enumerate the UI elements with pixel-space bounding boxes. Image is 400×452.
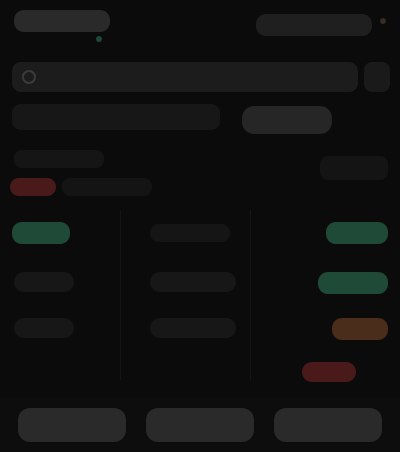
bottom-tab-bar: [0, 398, 400, 452]
row-right-badge: [318, 272, 388, 294]
row-left: [14, 272, 74, 292]
row-middle: [150, 318, 236, 338]
row-middle: [150, 272, 236, 292]
app-title: [14, 10, 110, 32]
row-right-badge: [332, 318, 388, 340]
table-row[interactable]: [0, 266, 400, 302]
toolbar-action-button[interactable]: [242, 106, 332, 134]
tab-2[interactable]: [146, 408, 254, 442]
section-title: [14, 150, 104, 168]
tab-3[interactable]: [274, 408, 382, 442]
status-dot: [96, 36, 102, 42]
tab-1[interactable]: [18, 408, 126, 442]
search-icon: [22, 70, 36, 84]
row-left: [14, 318, 74, 338]
secondary-field[interactable]: [12, 104, 220, 130]
header-indicator-icon: [380, 18, 386, 24]
section-right-value: [320, 156, 388, 180]
app-window: [0, 0, 400, 452]
search-input[interactable]: [12, 62, 358, 92]
table-row[interactable]: [0, 218, 400, 254]
row-right-badge: [326, 222, 388, 244]
alert-badge: [10, 178, 56, 196]
row-status-badge: [302, 362, 356, 382]
row-middle: [150, 224, 230, 242]
table-row[interactable]: [0, 312, 400, 348]
table-row[interactable]: [0, 356, 400, 388]
row-left-badge: [12, 222, 70, 244]
header-right-pill[interactable]: [256, 14, 372, 36]
section-subtitle: [62, 178, 152, 196]
filter-icon[interactable]: [364, 62, 390, 92]
